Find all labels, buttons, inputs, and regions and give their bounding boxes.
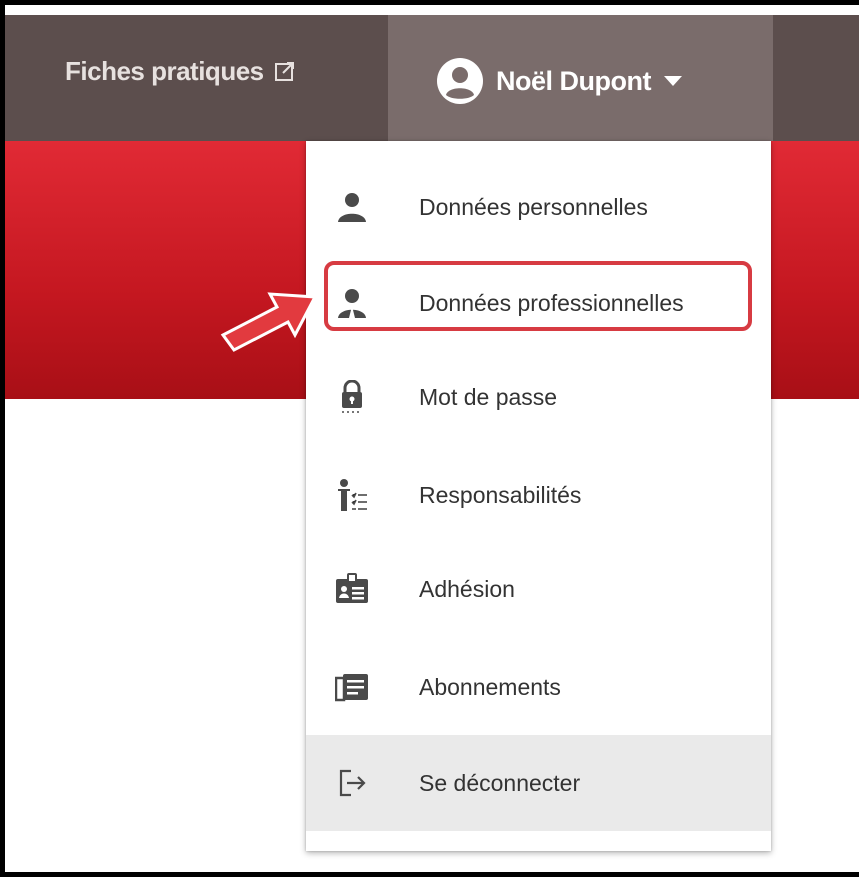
user-menu-toggle[interactable]: Noël Dupont [388,15,773,141]
lock-icon [334,379,370,415]
chevron-down-icon [663,76,682,86]
menu-item-donnees-personnelles[interactable]: Données personnelles [306,159,771,255]
menu-item-adhesion[interactable]: Adhésion [306,541,771,637]
screenshot-frame: Fiches pratiques Noël Dupont Données per… [0,0,859,877]
user-avatar-icon [437,58,483,104]
member-card-icon [334,571,370,607]
annotation-arrow-icon [220,292,318,352]
menu-item-label: Responsabilités [419,481,582,508]
newspaper-icon [334,669,370,705]
menu-item-label: Mot de passe [419,383,558,410]
responsibilities-icon [334,477,370,513]
topbar-right-area [773,15,859,141]
fiches-pratiques-label: Fiches pratiques [65,55,264,86]
menu-item-responsabilites[interactable]: Responsabilités [306,447,771,543]
user-name: Noël Dupont [496,65,651,96]
menu-item-label: Abonnements [419,673,561,700]
menu-item-mot-de-passe[interactable]: Mot de passe [306,349,771,445]
highlight-annotation-box [324,261,752,331]
logout-icon [334,765,370,801]
external-link-icon [274,62,294,81]
menu-item-abonnements[interactable]: Abonnements [306,639,771,735]
menu-item-label: Données personnelles [419,193,648,220]
menu-item-label: Adhésion [419,575,515,602]
person-icon [334,189,370,225]
user-dropdown-menu: Données personnelles Données professionn… [306,141,771,851]
fiches-pratiques-link[interactable]: Fiches pratiques [65,47,296,95]
menu-item-se-deconnecter[interactable]: Se déconnecter [306,735,771,831]
menu-item-label: Se déconnecter [419,769,581,796]
